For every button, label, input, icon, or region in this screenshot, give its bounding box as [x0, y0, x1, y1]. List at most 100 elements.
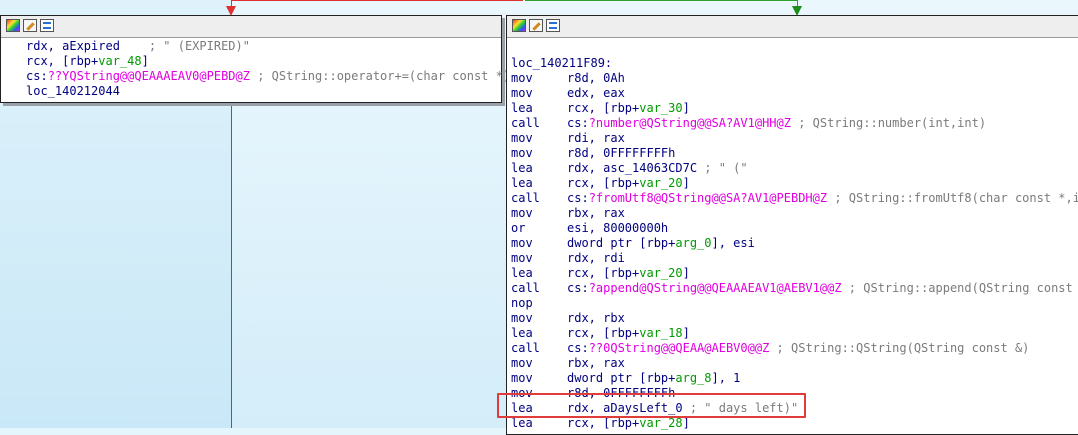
operands: rcx, [rbp+var_30]: [567, 101, 690, 115]
mnemonic: lea: [511, 161, 533, 175]
comment: ; QString::number(int,int): [798, 116, 987, 130]
color-picker-icon[interactable]: [512, 19, 526, 32]
mnemonic: lea: [511, 101, 533, 115]
mnemonic: call: [511, 191, 540, 205]
operands: rdx, asc_14063CD7C: [567, 161, 705, 175]
operands: rdi, rax: [567, 131, 625, 145]
mnemonic: call: [511, 341, 540, 355]
mnemonic: call: [511, 116, 540, 130]
comment: ; " (": [704, 161, 748, 175]
graph-overview-icon[interactable]: [546, 19, 560, 32]
instruction-line[interactable]: rcx, [rbp+var_48]: [26, 54, 501, 69]
color-picker-icon[interactable]: [6, 19, 20, 32]
instruction-line[interactable]: lea rcx, [rbp+var_20]: [511, 266, 1078, 281]
basic-block-expired[interactable]: rdx, aExpired ; " (EXPIRED)" rcx, [rbp+va…: [0, 15, 510, 103]
instruction-line[interactable]: call cs:?append@QString@@QEAAAEAV1@AEBV1@…: [511, 281, 1078, 296]
true-branch-edge: [525, 0, 798, 1]
instruction-line[interactable]: mov r8d, 0Ah: [511, 71, 1078, 86]
instruction-line[interactable]: cs:??YQString@@QEAAAEAV0@PEBD@Z ; QStrin…: [26, 69, 510, 84]
instruction-line[interactable]: lea rcx, [rbp+var_30]: [511, 101, 1078, 116]
false-branch-edge: [232, 0, 523, 1]
operands: rcx, [rbp+var_20]: [567, 176, 690, 190]
instruction-line[interactable]: nop: [511, 296, 1078, 311]
function-name[interactable]: ??YQString@@QEAAAEAV0@PEBD@Z: [48, 69, 250, 83]
comment: ; QString::fromUtf8(char const *,int): [834, 191, 1078, 205]
operands: cs:?fromUtf8@QString@@SA?AV1@PEBDH@Z: [567, 191, 828, 205]
highlight-box: [497, 393, 806, 418]
mnemonic: mov: [511, 236, 533, 250]
instruction-line[interactable]: mov rbx, rax: [511, 206, 1078, 221]
mnemonic: or: [511, 221, 526, 235]
edit-pencil-icon[interactable]: [529, 19, 543, 32]
instruction-line[interactable]: mov dword ptr [rbp+arg_0], esi: [511, 236, 1078, 251]
instruction-line[interactable]: lea rcx, [rbp+var_20]: [511, 176, 1078, 191]
instruction-line[interactable]: call cs:?fromUtf8@QString@@SA?AV1@PEBDH@Z…: [511, 191, 1078, 206]
stack-variable[interactable]: var_20: [639, 176, 682, 190]
operands: dword ptr [rbp+arg_8], 1: [567, 371, 741, 385]
instruction-line[interactable]: loc_140212044: [26, 84, 501, 99]
graph-overview-icon[interactable]: [40, 19, 54, 32]
operands: rbx, rax: [567, 206, 625, 220]
operands: cs:?number@QString@@SA?AV1@HH@Z: [567, 116, 791, 130]
instruction-line[interactable]: lea rcx, [rbp+var_28]: [511, 416, 1078, 431]
instruction-line[interactable]: mov r8d, 0FFFFFFFFh: [511, 146, 1078, 161]
function-name[interactable]: ?number@QString@@SA?AV1@HH@Z: [589, 116, 791, 130]
mnemonic: lea: [511, 416, 533, 430]
stack-variable[interactable]: arg_0: [675, 236, 711, 250]
edit-pencil-icon[interactable]: [23, 19, 37, 32]
block-header: [1, 16, 501, 38]
stack-variable[interactable]: arg_8: [675, 371, 711, 385]
operands: rcx, [rbp+var_20]: [567, 266, 690, 280]
watermark: 看雪: [902, 352, 1074, 401]
block-label[interactable]: loc_140211F89:: [511, 56, 1078, 71]
stack-variable[interactable]: var_20: [639, 266, 682, 280]
mnemonic: mov: [511, 311, 533, 325]
instruction-line[interactable]: mov rdi, rax: [511, 131, 1078, 146]
instruction-line[interactable]: rdx, aExpired ; " (EXPIRED)": [26, 39, 501, 54]
operands: rbx, rax: [567, 356, 625, 370]
disassembly-listing: rdx, aExpired ; " (EXPIRED)" rcx, [rbp+va…: [26, 39, 510, 99]
mnemonic: mov: [511, 146, 533, 160]
operands: loc_140212044: [26, 84, 120, 98]
stack-variable[interactable]: var_48: [98, 54, 141, 68]
function-name[interactable]: ?append@QString@@QEAAAEAV1@AEBV1@@Z: [589, 281, 842, 295]
mnemonic: mov: [511, 131, 533, 145]
instruction-line[interactable]: mov edx, eax: [511, 86, 1078, 101]
operands: r8d, 0Ah: [567, 71, 625, 85]
operands: cs:??0QString@@QEAA@AEBV0@@Z: [567, 341, 770, 355]
operands: rcx, [rbp+var_48]: [26, 54, 149, 68]
instruction-line[interactable]: mov rdx, rdi: [511, 251, 1078, 266]
operands: rdx, aExpired: [26, 39, 149, 53]
instruction-line[interactable]: mov rdx, rbx: [511, 311, 1078, 326]
operands: rdx, rbx: [567, 311, 625, 325]
operands: rcx, [rbp+var_18]: [567, 326, 690, 340]
mnemonic: nop: [511, 296, 533, 310]
stack-variable[interactable]: var_30: [639, 101, 682, 115]
comment: ; QString::operator+=(char const *): [257, 69, 511, 83]
operands: cs:??YQString@@QEAAAEAV0@PEBD@Z: [26, 69, 250, 83]
instruction-line[interactable]: lea rcx, [rbp+var_18]: [511, 326, 1078, 341]
mnemonic: mov: [511, 86, 533, 100]
instruction-line[interactable]: or esi, 80000000h: [511, 221, 1078, 236]
instruction-line[interactable]: call cs:?number@QString@@SA?AV1@HH@Z ; QS…: [511, 116, 1078, 131]
snowflake-logo-icon: [906, 355, 944, 395]
operands: dword ptr [rbp+arg_0], esi: [567, 236, 755, 250]
operands: r8d, 0FFFFFFFFh: [567, 146, 676, 160]
flow-edge-blue: [231, 100, 232, 428]
mnemonic: lea: [511, 266, 533, 280]
function-name[interactable]: ??0QString@@QEAA@AEBV0@@Z: [589, 341, 770, 355]
mnemonic: mov: [511, 71, 533, 85]
mnemonic: lea: [511, 326, 533, 340]
function-name[interactable]: ?fromUtf8@QString@@SA?AV1@PEBDH@Z: [589, 191, 827, 205]
comment: ; " (EXPIRED)": [148, 39, 250, 53]
operands: cs:?append@QString@@QEAAAEAV1@AEBV1@@Z: [567, 281, 842, 295]
mnemonic: lea: [511, 176, 533, 190]
instruction-line[interactable]: lea rdx, asc_14063CD7C ; " (": [511, 161, 1078, 176]
mnemonic: mov: [511, 251, 533, 265]
operands: rdx, rdi: [567, 251, 625, 265]
stack-variable[interactable]: var_18: [639, 326, 682, 340]
operands: esi, 80000000h: [567, 221, 669, 235]
operands: edx, eax: [567, 86, 625, 100]
comment: ; QString::append(QString const &): [848, 281, 1078, 295]
block-header: [507, 16, 1078, 38]
